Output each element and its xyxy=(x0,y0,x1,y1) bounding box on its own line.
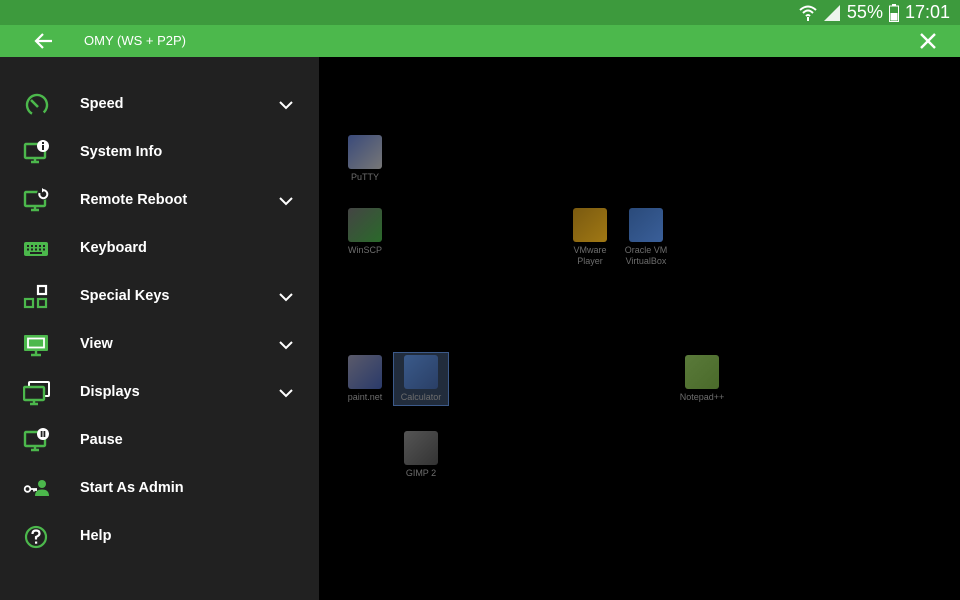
menu-item-label: Keyboard xyxy=(80,240,147,256)
virtualbox-icon xyxy=(629,208,663,242)
chevron-down-icon[interactable] xyxy=(278,385,294,401)
desktop-icon-putty[interactable]: PuTTY xyxy=(335,135,395,183)
wifi-icon xyxy=(799,5,817,21)
status-bar: 55% 17:01 xyxy=(0,0,960,25)
menu-item-label: Displays xyxy=(80,384,140,400)
menu-item-label: Help xyxy=(80,528,112,544)
menu-item-help[interactable]: Help xyxy=(0,513,319,561)
gimp-icon xyxy=(404,431,438,465)
putty-icon xyxy=(348,135,382,169)
desktop-icon-calculator[interactable]: Calculator xyxy=(393,352,449,406)
chevron-down-icon[interactable] xyxy=(278,193,294,209)
chevron-down-icon[interactable] xyxy=(278,337,294,353)
monitor-pause-icon xyxy=(23,428,49,452)
desktop-icon-vmware[interactable]: VMware Player xyxy=(560,208,620,267)
menu-item-label: Speed xyxy=(80,96,124,112)
menu-item-label: Start As Admin xyxy=(80,480,184,496)
menu-item-label: System Info xyxy=(80,144,163,160)
desktop-icon-gimp[interactable]: GIMP 2 xyxy=(391,431,451,479)
menu-item-system-info[interactable]: System Info xyxy=(0,129,319,177)
chevron-down-icon[interactable] xyxy=(278,289,294,305)
monitor-view-icon xyxy=(24,335,48,357)
speedometer-icon xyxy=(25,93,49,117)
close-icon[interactable] xyxy=(918,31,938,51)
battery-percent: 55% xyxy=(846,2,883,22)
menu-item-keyboard[interactable]: Keyboard xyxy=(0,225,319,273)
app-bar: OMY (WS + P2P) xyxy=(0,25,960,57)
clock: 17:01 xyxy=(904,2,950,22)
winscp-icon xyxy=(348,208,382,242)
keyboard-icon xyxy=(24,242,48,256)
chevron-down-icon[interactable] xyxy=(278,97,294,113)
notepadpp-icon xyxy=(685,355,719,389)
paintnet-icon xyxy=(348,355,382,389)
session-title: OMY (WS + P2P) xyxy=(84,33,186,48)
back-arrow-icon[interactable] xyxy=(32,29,56,53)
menu-item-label: Special Keys xyxy=(80,288,170,304)
menu-item-start-as-admin[interactable]: Start As Admin xyxy=(0,465,319,513)
menu-item-displays[interactable]: Displays xyxy=(0,369,319,417)
menu-item-label: Pause xyxy=(80,432,123,448)
desktop-icon-notepadpp[interactable]: Notepad++ xyxy=(672,355,732,403)
desktop-icon-paintnet[interactable]: paint.net xyxy=(335,355,395,403)
menu-item-remote-reboot[interactable]: Remote Reboot xyxy=(0,177,319,225)
monitor-info-icon xyxy=(23,140,49,164)
menu-item-pause[interactable]: Pause xyxy=(0,417,319,465)
monitor-reboot-icon xyxy=(23,188,49,212)
menu-item-speed[interactable]: Speed xyxy=(0,81,319,129)
menu-item-special-keys[interactable]: Special Keys xyxy=(0,273,319,321)
help-icon xyxy=(24,525,48,549)
special-keys-icon xyxy=(23,284,48,309)
displays-icon xyxy=(23,381,50,406)
status-indicators: 55% 17:01 xyxy=(799,2,950,23)
menu-item-view[interactable]: View xyxy=(0,321,319,369)
menu-item-label: Remote Reboot xyxy=(80,192,188,208)
signal-icon xyxy=(823,4,840,21)
vmware-icon xyxy=(573,208,607,242)
admin-key-icon xyxy=(23,480,49,496)
battery-icon xyxy=(888,3,899,22)
desktop-icon-winscp[interactable]: WinSCP xyxy=(335,208,395,256)
desktop-icon-virtualbox[interactable]: Oracle VM VirtualBox xyxy=(616,208,676,267)
navigation-drawer: Speed System Info Remote Reboot Keyboard… xyxy=(0,57,319,600)
calculator-icon xyxy=(404,355,438,389)
menu-item-label: View xyxy=(80,336,113,352)
